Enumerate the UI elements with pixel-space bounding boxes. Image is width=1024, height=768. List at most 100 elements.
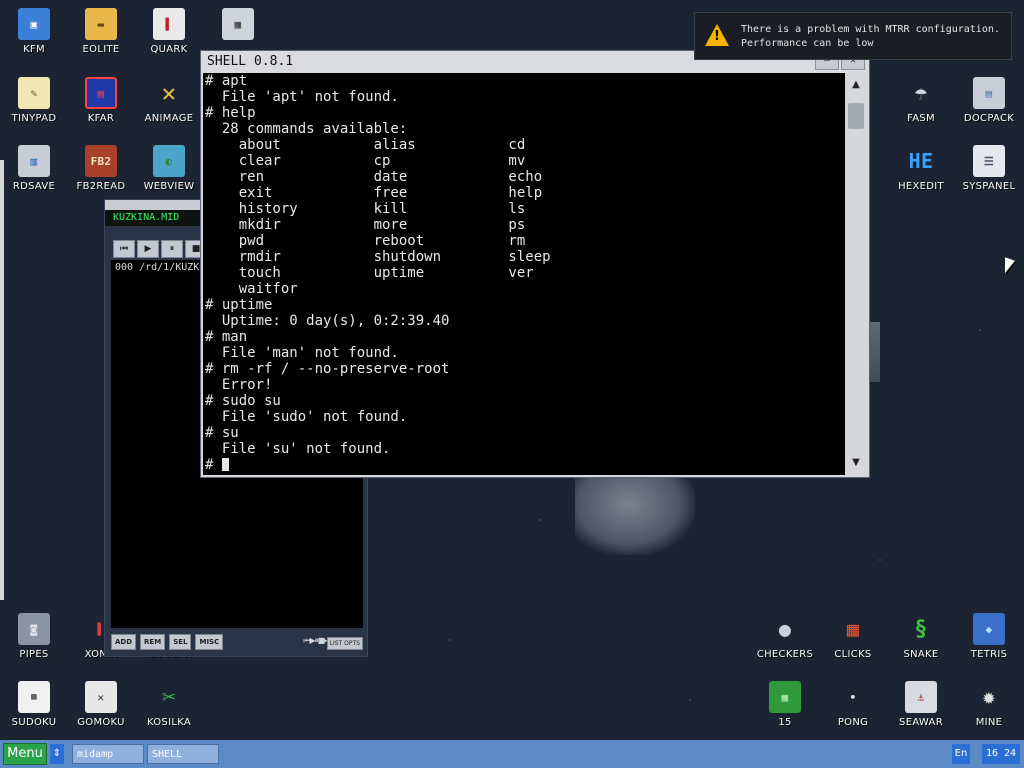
terminal-output[interactable]: # apt File 'apt' not found. # help 28 co… [203, 73, 845, 475]
desktop-icon-hexedit[interactable]: HE HEXEDIT [887, 145, 955, 192]
lawnmower-icon: ✂ [162, 684, 176, 710]
text-cursor [221, 458, 229, 471]
previous-button[interactable]: ⏮ [113, 240, 135, 258]
desktop-icon-kfar[interactable]: ▤ KFAR [67, 77, 135, 124]
desktop-icon-eolite[interactable]: ▬ EOLITE [67, 8, 135, 55]
warning-icon: ! [705, 24, 729, 46]
icon-label: RDSAVE [12, 181, 56, 192]
window-title: SHELL 0.8.1 [207, 54, 294, 69]
sliders-icon: ☰ [973, 145, 1005, 177]
desktop-icon-tetris[interactable]: ◆ TETRIS [955, 613, 1023, 660]
desktop-icon-docpack[interactable]: ▤ DOCPACK [955, 77, 1023, 124]
icon-label: WEBVIEW [143, 181, 195, 192]
command-prompt[interactable]: # [203, 457, 845, 473]
scroll-down-arrow-icon[interactable]: ▼ [848, 455, 864, 471]
floppy-icon: ▣ [18, 8, 50, 40]
mtrr-notification[interactable]: ! There is a problem with MTRR configura… [694, 12, 1012, 60]
icon-label: TINYPAD [11, 113, 57, 124]
notepad-icon: ✎ [18, 77, 50, 109]
icon-label: SEAWAR [899, 717, 943, 728]
language-indicator[interactable]: En [952, 744, 970, 764]
hidden-window-edge [0, 160, 4, 600]
desktop-icon-quark[interactable]: ▌ QUARK [135, 8, 203, 55]
desktop-icon-mine[interactable]: ✹ MINE [955, 681, 1023, 729]
terminal-line: File 'sudo' not found. [205, 409, 408, 425]
taskbar-item-shell[interactable]: SHELL [147, 744, 219, 764]
icon-label: KOSILKA [146, 717, 192, 728]
terminal-line: mkdir more ps [205, 217, 526, 233]
icon-label: CHECKERS [756, 649, 814, 660]
terminal-line: waitfor [205, 281, 298, 297]
desktop-icon-15[interactable]: ▦ 15 [751, 681, 819, 728]
remove-button[interactable]: REM [140, 634, 166, 650]
desktop-icon-animage[interactable]: ✕ ANIMAGE [135, 77, 203, 124]
desktop-icon-checkers[interactable]: ● CHECKERS [751, 613, 819, 660]
terminal-line: # su [205, 425, 239, 441]
desktop-icon-pipes[interactable]: ◙ PIPES [0, 613, 68, 660]
terminal-line: # apt [205, 73, 248, 89]
desktop-icon-fb2read[interactable]: FB2 FB2READ [67, 145, 135, 192]
folder-icon: ▬ [85, 8, 117, 40]
desktop-icon-webview[interactable]: ◐ WEBVIEW [135, 145, 203, 192]
terminal-line: exit free help [205, 185, 543, 201]
ship-icon: ⚓ [905, 681, 937, 713]
tictactoe-icon: ✕ [85, 681, 117, 713]
desktop-icon-snake[interactable]: § SNAKE [887, 613, 955, 661]
play-button[interactable]: ▶ [137, 240, 159, 258]
desktop-icon-kosilka[interactable]: ✂ KOSILKA [135, 681, 203, 729]
menu-button[interactable]: Menu [3, 743, 47, 765]
desktop-icon-kfm[interactable]: ▣ KFM [0, 8, 68, 55]
terminal-line: # rm -rf / --no-preserve-root [205, 361, 450, 377]
desktop-icon-fasm[interactable]: ☂ FASM [887, 77, 955, 125]
icon-label: KFM [23, 44, 45, 55]
clock[interactable]: 16 24 [982, 744, 1020, 764]
desktop-icon-rdsave[interactable]: ▥ RDSAVE [0, 145, 68, 192]
icon-label: FASM [907, 113, 935, 124]
icon-label: PONG [837, 717, 869, 728]
taskbar-item-midamp[interactable]: midamp [72, 744, 144, 764]
select-button[interactable]: SEL [169, 634, 192, 650]
terminal-line: File 'man' not found. [205, 345, 399, 361]
icon-label: EOLITE [82, 44, 120, 55]
list-options-button[interactable]: LIST OPTS [326, 637, 363, 650]
ramdisk-save-icon: ▥ [18, 145, 50, 177]
mine-icon: ✹ [982, 684, 996, 710]
player-controls: ⏮ ▶ ⏸ ■ [113, 240, 207, 258]
file-manager-icon: ▤ [85, 77, 117, 109]
prompt-symbol: # [205, 457, 222, 473]
desktop-icon-pong[interactable]: • PONG [819, 681, 887, 729]
switch-arrows-icon[interactable]: ⇕ [50, 744, 64, 764]
scrollbar-thumb[interactable] [848, 103, 864, 129]
icon-label: HEXEDIT [898, 181, 944, 192]
icon-label: QUARK [150, 44, 188, 55]
shell-window[interactable]: SHELL 0.8.1 – ✕ # apt File 'apt' not fou… [200, 50, 870, 478]
terminal-line: # sudo su [205, 393, 281, 409]
scroll-up-arrow-icon[interactable]: ▲ [848, 77, 864, 93]
wallpaper-planet [575, 470, 695, 555]
desktop-icon-gomoku[interactable]: ✕ GOMOKU [67, 681, 135, 728]
terminal-line: # uptime [205, 297, 273, 313]
desktop-icon-tinypad[interactable]: ✎ TINYPAD [0, 77, 68, 124]
playlist-buttons: ADD REM SEL MISC [111, 634, 224, 650]
desktop-icon-sudoku[interactable]: ▦ SUDOKU [0, 681, 68, 728]
desktop-icon-clicks[interactable]: ▦ CLICKS [819, 613, 887, 660]
terminal-line: pwd reboot rm [205, 233, 526, 249]
puzzle-15-icon: ▦ [769, 681, 801, 713]
terminal-line: # man [205, 329, 248, 345]
misc-button[interactable]: MISC [195, 634, 224, 650]
icon-label: CLICKS [834, 649, 872, 660]
snake-icon: § [914, 616, 928, 642]
desktop-icon-syspanel[interactable]: ☰ SYSPANEL [955, 145, 1023, 192]
icon-label: FB2READ [76, 181, 126, 192]
pause-button[interactable]: ⏸ [161, 240, 183, 258]
add-button[interactable]: ADD [111, 634, 137, 650]
desktop-icon-seawar[interactable]: ⚓ SEAWAR [887, 681, 955, 728]
terminal-line: rmdir shutdown sleep [205, 249, 551, 265]
terminal-line: clear cp mv [205, 153, 526, 169]
icon-label: ANIMAGE [144, 113, 194, 124]
terminal-line: Error! [205, 377, 273, 393]
icon-label: DOCPACK [963, 113, 1015, 124]
scrollbar[interactable]: ▲ ▼ [846, 73, 866, 475]
terminal-line: Uptime: 0 day(s), 0:2:39.40 [205, 313, 450, 329]
desktop-icon-calculator[interactable]: ▦ [204, 8, 272, 44]
